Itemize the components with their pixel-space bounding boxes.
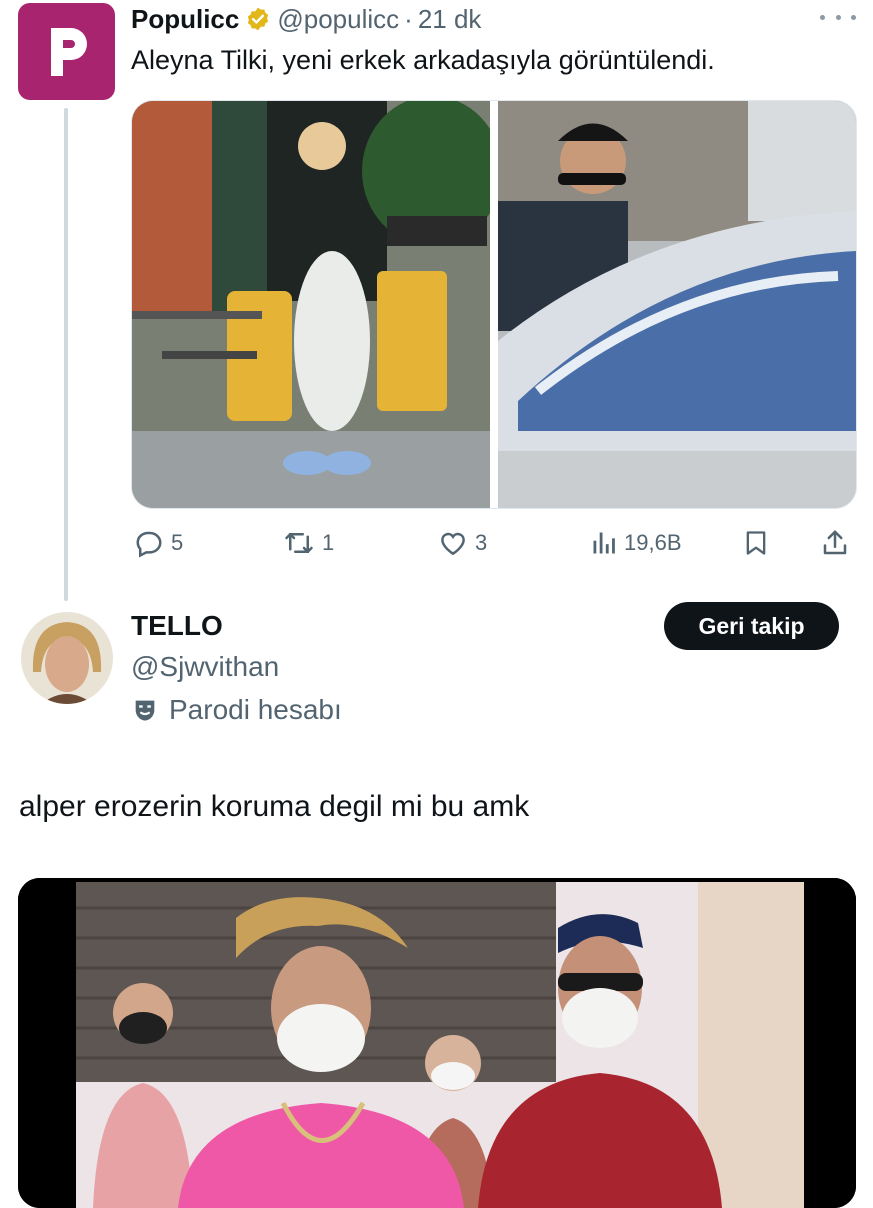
tweet-header: Populicc @populicc · 21 dk (131, 2, 481, 36)
share-icon (823, 530, 847, 555)
author-handle[interactable]: @populicc (277, 4, 399, 35)
like-count: 3 (475, 530, 488, 555)
reply-media-image[interactable] (18, 878, 856, 1208)
populicc-logo-icon (50, 27, 87, 76)
author-name[interactable]: Populicc (131, 4, 239, 35)
retweet-icon (285, 533, 313, 553)
parody-label-text: Parodi hesabı (169, 694, 342, 725)
cafe-photo[interactable] (132, 101, 490, 508)
reply-text: alper erozerin koruma degil mi bu amk (19, 790, 530, 823)
tweet-text: Aleyna Tilki, yeni erkek arkadaşıyla gör… (131, 45, 715, 75)
tello-avatar[interactable] (21, 612, 113, 704)
reply-author-name[interactable]: TELLO (131, 610, 223, 642)
gold-verified-icon[interactable] (245, 6, 271, 32)
retweet-action[interactable]: 1 (282, 528, 334, 558)
reply-author-handle[interactable]: @Sjwvithan (131, 651, 279, 683)
populicc-avatar[interactable] (18, 3, 115, 100)
views-action[interactable]: 19,6B (590, 528, 682, 558)
follow-back-button[interactable]: Geri takip (664, 602, 839, 650)
views-chart-icon (593, 532, 615, 554)
heart-icon (441, 532, 465, 556)
theater-mask-icon (135, 700, 155, 721)
thread-line (64, 108, 68, 601)
tweet-time[interactable]: 21 dk (418, 4, 482, 35)
tweet-media-grid[interactable] (131, 100, 857, 509)
reply-icon (136, 531, 162, 558)
views-count: 19,6B (624, 530, 682, 555)
more-options-icon[interactable] (820, 5, 856, 29)
reply-count: 5 (171, 530, 184, 555)
retweet-count: 1 (322, 530, 335, 555)
separator-dot: · (404, 3, 413, 34)
like-action[interactable]: 3 (437, 528, 487, 558)
share-action[interactable] (820, 528, 850, 558)
bookmark-icon (746, 531, 766, 555)
parody-account-label: Parodi hesabı (131, 694, 342, 726)
car-photo[interactable] (498, 101, 856, 508)
reply-action[interactable]: 5 (133, 528, 183, 558)
bookmark-action[interactable] (742, 528, 770, 558)
